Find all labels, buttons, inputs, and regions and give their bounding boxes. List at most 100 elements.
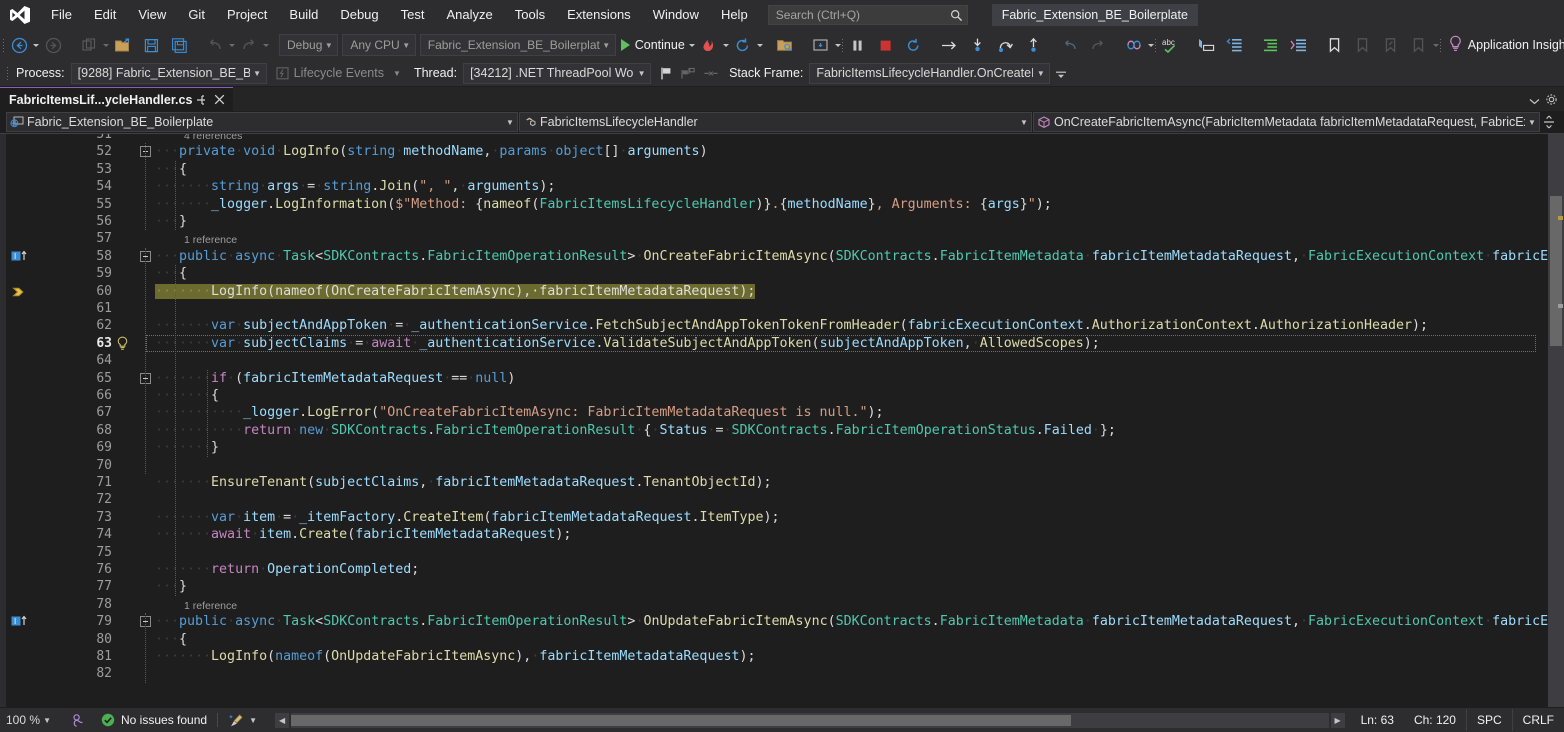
redo-edit-icon[interactable]: [1084, 33, 1112, 57]
step-to-cursor-icon[interactable]: [936, 33, 964, 57]
menu-item-window[interactable]: Window: [642, 0, 710, 30]
document-tab-fabricitemslifecyclehandler[interactable]: FabricItemsLif...ycleHandler.cs: [0, 87, 233, 111]
redo-dropdown[interactable]: [263, 33, 269, 57]
menu-item-help[interactable]: Help: [710, 0, 759, 30]
restore-down-icon[interactable]: [1526, 89, 1543, 109]
link-threads-icon[interactable]: [703, 66, 719, 81]
code-line[interactable]: ·······{: [155, 387, 219, 404]
toggle-bookmark-icon[interactable]: [1321, 33, 1349, 57]
code-line[interactable]: ·······return·OperationCompleted;: [155, 561, 419, 578]
horizontal-scrollbar[interactable]: [291, 713, 1329, 728]
intellicode-icon[interactable]: [1120, 33, 1148, 57]
open-file-icon[interactable]: [109, 33, 137, 57]
code-line[interactable]: ·······EnsureTenant(subjectClaims,·fabri…: [155, 474, 772, 491]
code-line[interactable]: ·······_logger.LogInformation($"Method: …: [155, 196, 1052, 213]
code-line[interactable]: ···{: [155, 265, 187, 282]
startup-project-combo[interactable]: Fabric_Extension_BE_Boilerplate ▼: [420, 34, 616, 56]
show-next-statement-icon[interactable]: [807, 33, 835, 57]
code-line[interactable]: ···}: [155, 578, 187, 595]
code-line[interactable]: ···private·void·LogInfo(string·methodNam…: [155, 143, 708, 160]
menu-item-view[interactable]: View: [127, 0, 177, 30]
clear-bookmarks-icon[interactable]: [1405, 33, 1433, 57]
code-line[interactable]: ·······await·item.Create(fabricItemMetad…: [155, 526, 571, 543]
menu-item-build[interactable]: Build: [278, 0, 329, 30]
accessibility-icon[interactable]: [70, 713, 85, 728]
code-line[interactable]: ·······var·subjectAndAppToken·=·_authent…: [155, 317, 1428, 334]
close-icon[interactable]: [210, 91, 228, 109]
increase-indent-icon[interactable]: [1285, 33, 1313, 57]
menu-item-tools[interactable]: Tools: [504, 0, 556, 30]
code-line[interactable]: ·······var·item·=·_itemFactory.CreateIte…: [155, 509, 780, 526]
code-line[interactable]: ·······}: [155, 439, 219, 456]
search-input[interactable]: Search (Ctrl+Q): [768, 5, 968, 25]
navigate-forward-icon[interactable]: [39, 33, 67, 57]
undo-edit-icon[interactable]: [1056, 33, 1084, 57]
quick-actions-lightbulb-icon[interactable]: [116, 336, 130, 352]
code-line[interactable]: ···········_logger.LogError("OnCreateFab…: [155, 404, 884, 421]
code-line[interactable]: ·······if·(fabricItemMetadataRequest·==·…: [155, 370, 515, 387]
code-line[interactable]: ·······LogInfo(nameof(OnCreateFabricItem…: [155, 283, 755, 300]
scroll-right-arrow[interactable]: ▶: [1331, 713, 1345, 728]
code-line[interactable]: ···········return·new·SDKContracts.Fabri…: [155, 422, 1116, 439]
step-out-icon[interactable]: [1020, 33, 1048, 57]
navbar-project-dropdown[interactable]: Fabric_Extension_BE_Boilerplate ▼: [6, 112, 518, 132]
code-line[interactable]: ···{: [155, 631, 187, 648]
previous-bookmark-icon[interactable]: [1349, 33, 1377, 57]
code-line[interactable]: ···}: [155, 213, 187, 230]
decrease-indent-icon[interactable]: [1257, 33, 1285, 57]
step-over-icon[interactable]: [992, 33, 1020, 57]
comment-selection-icon[interactable]: [1193, 33, 1221, 57]
next-bookmark-icon[interactable]: [1377, 33, 1405, 57]
horizontal-scrollbar-thumb[interactable]: [291, 715, 1071, 726]
flag-group-icon[interactable]: [680, 66, 696, 81]
restart-debugging-icon[interactable]: [900, 33, 928, 57]
line-ending-mode[interactable]: CRLF: [1512, 709, 1564, 731]
spell-check-icon[interactable]: abc: [1157, 33, 1185, 57]
menu-item-debug[interactable]: Debug: [329, 0, 389, 30]
process-combo[interactable]: [9288] Fabric_Extension_BE_Boilerp ▼: [71, 63, 267, 84]
lifecycle-dropdown-icon[interactable]: ▼: [390, 69, 404, 78]
gear-icon[interactable]: [1543, 89, 1560, 109]
code-cleanup-broom-icon[interactable]: [228, 713, 245, 728]
menu-item-project[interactable]: Project: [216, 0, 278, 30]
code-line[interactable]: ·······string·args·=·string.Join(", ",·a…: [155, 178, 555, 195]
pause-icon[interactable]: [844, 33, 872, 57]
zoom-combo[interactable]: 100 % ▼: [0, 709, 70, 731]
debug-toolbar-grip[interactable]: [2, 63, 12, 83]
save-icon[interactable]: [137, 33, 165, 57]
navbar-member-dropdown[interactable]: OnCreateFabricItemAsync(FabricItemMetada…: [1033, 112, 1540, 132]
restart-icon[interactable]: [729, 33, 757, 57]
toolbar-overflow-icon[interactable]: [1055, 66, 1067, 80]
menu-item-file[interactable]: File: [40, 0, 83, 30]
menu-item-analyze[interactable]: Analyze: [435, 0, 503, 30]
save-all-icon[interactable]: [165, 33, 193, 57]
glyph-margin[interactable]: II: [6, 134, 34, 707]
platform-combo[interactable]: Any CPU ▼: [342, 34, 415, 56]
breakpoint-icon[interactable]: I: [11, 250, 29, 264]
restart-dropdown[interactable]: [757, 33, 763, 57]
thread-combo[interactable]: [34212] .NET ThreadPool Worker ▼: [463, 63, 651, 84]
pin-icon[interactable]: [192, 91, 210, 109]
code-surface[interactable]: 514 references52···private·void·LogInfo(…: [34, 134, 1548, 707]
flag-icon[interactable]: [659, 66, 673, 81]
code-editor[interactable]: II 514 references52···private·void·LogIn…: [0, 134, 1564, 707]
menu-item-extensions[interactable]: Extensions: [556, 0, 642, 30]
navbar-type-dropdown[interactable]: FabricItemsLifecycleHandler ▼: [519, 112, 1032, 132]
stack-frame-combo[interactable]: FabricItemsLifecycleHandler.OnCreateFab …: [809, 63, 1050, 84]
code-cleanup-dropdown[interactable]: ▼: [245, 716, 261, 725]
code-line[interactable]: ···public·async·Task<SDKContracts.Fabric…: [155, 248, 1548, 265]
scroll-left-arrow[interactable]: ◀: [275, 713, 289, 728]
indentation-mode[interactable]: SPC: [1466, 709, 1512, 731]
current-statement-arrow-icon[interactable]: [12, 285, 30, 299]
step-into-icon[interactable]: [964, 33, 992, 57]
code-line[interactable]: ···public·async·Task<SDKContracts.Fabric…: [155, 613, 1548, 630]
menu-item-git[interactable]: Git: [177, 0, 216, 30]
split-view-icon[interactable]: [1541, 115, 1557, 129]
uncomment-selection-icon[interactable]: [1221, 33, 1249, 57]
redo-icon[interactable]: [235, 33, 263, 57]
vertical-scrollbar[interactable]: [1548, 134, 1564, 707]
stop-debugging-icon[interactable]: [872, 33, 900, 57]
continue-button[interactable]: Continue: [618, 33, 689, 57]
configuration-combo[interactable]: Debug ▼: [279, 34, 338, 56]
application-insights-button[interactable]: Application Insights (?): [1442, 33, 1564, 57]
